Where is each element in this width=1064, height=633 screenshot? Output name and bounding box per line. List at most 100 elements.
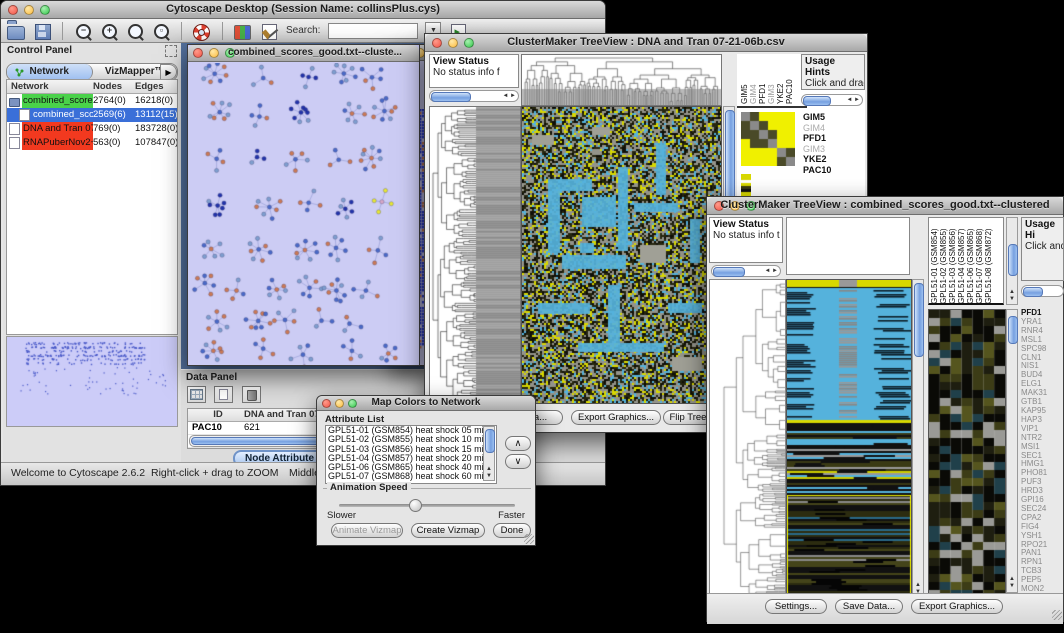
tv2-column-labels: GPL51-01 (GSM854)GPL51-02 (GSM855)GPL51-… [931, 220, 993, 304]
network-table-header: Network Nodes Edges [7, 80, 177, 94]
tv2-vscrollbar[interactable]: ▲▼ [912, 279, 924, 599]
delete-attribute-icon[interactable] [242, 386, 261, 403]
network-type-icon [9, 123, 20, 135]
save-session-icon[interactable] [33, 23, 51, 39]
network-overview-canvas[interactable] [7, 337, 177, 424]
faster-label: Faster [498, 510, 525, 521]
search-input[interactable] [328, 23, 418, 39]
tv2-column-label: GPL51-04 (GSM857) [958, 220, 966, 304]
tv1-usage-hints-panel: Usage Hints Click and drag to [801, 54, 865, 90]
status-welcome: Welcome to Cytoscape 2.6.2 [11, 467, 145, 479]
attribute-list-label: Attribute List [325, 414, 384, 425]
dialog-button[interactable]: Create Vizmap [411, 523, 485, 538]
tv1-column-label: GIM4 [750, 56, 758, 104]
tv2-zoom-heatmap-canvas[interactable] [928, 309, 1006, 595]
map-colors-dialog: Map Colors to Network Attribute List GPL… [316, 395, 536, 546]
resize-grip[interactable] [1052, 610, 1062, 620]
resize-grip[interactable] [524, 534, 534, 544]
desktop-screen: Cytoscape Desktop (Session Name: collins… [0, 0, 1064, 633]
control-panel-tab[interactable]: Network [7, 64, 93, 80]
zoom-fit-icon[interactable] [126, 23, 144, 39]
new-attribute-icon[interactable] [214, 386, 233, 403]
tv2-row-dendrogram[interactable] [709, 279, 786, 599]
tv2-gene-list: PFD1YRA1RNR4MSL1SPC98CLN1NIS1BUD4ELG1MAK… [1021, 309, 1064, 595]
tv2-gene-scrollbar[interactable]: ▲▼ [1006, 309, 1018, 593]
tv2-usage-hints-panel: Usage Hi Click and [1021, 217, 1064, 281]
tv2-heatmap-canvas[interactable] [786, 279, 912, 599]
open-file-icon[interactable] [7, 23, 25, 39]
status-zoom-hint: Right-click + drag to ZOOM [151, 467, 279, 479]
tv1-usage-scrollbar[interactable]: ◄ ► [801, 94, 863, 106]
dialog-button[interactable]: Animate Vizmap [331, 523, 403, 538]
network1-titlebar[interactable]: combined_scores_good.txt--cluste... [188, 45, 419, 62]
dialog-titlebar[interactable]: Map Colors to Network [317, 396, 535, 411]
network-row[interactable]: RNAPuberNov2+ 563(0) 107847(0) [7, 136, 177, 150]
network-type-icon [19, 109, 30, 121]
zoom-out-icon[interactable]: − [74, 23, 92, 39]
tv1-column-label: PFD1 [759, 56, 767, 104]
search-label: Search: [286, 25, 320, 36]
attribute-select-icon[interactable] [187, 386, 206, 403]
network-overview-panel[interactable] [6, 336, 178, 427]
network-type-icon [9, 98, 20, 107]
vizmap-palette-icon[interactable] [234, 23, 252, 39]
minimize-button[interactable] [209, 48, 219, 58]
toolbar-separator [181, 22, 182, 40]
zoom-in-icon[interactable]: + [100, 23, 118, 39]
tv1-column-labels: GIM5GIM4PFD1GIM3YKE2PAC10 [741, 56, 794, 104]
tv1-column-label: YKE2 [777, 56, 785, 104]
tv2-column-label: GPL51-06 (GSM865) [967, 220, 975, 304]
tv1-heatmap-canvas[interactable] [521, 106, 722, 404]
tv2-button[interactable]: Settings... [765, 599, 827, 614]
tv1-row-label: PAC10 [803, 165, 831, 176]
tv1-zoom-matrix-canvas[interactable] [741, 112, 795, 166]
close-button[interactable] [193, 48, 203, 58]
tv1-divider [737, 106, 807, 108]
annotation-icon[interactable] [260, 23, 278, 39]
tv2-column-label: GPL51-07 (GSM868) [976, 220, 984, 304]
control-panel-header: Control Panel [3, 43, 181, 61]
dialog-title: Map Colors to Network [317, 397, 535, 408]
help-lifesaver-icon[interactable] [193, 23, 211, 39]
treeview1-titlebar[interactable]: ClusterMaker TreeView : DNA and Tran 07-… [425, 34, 867, 52]
network-row[interactable]: combined_sco 2569(6) 13112(15) [7, 108, 177, 122]
network-view-canvas[interactable] [189, 63, 418, 365]
animation-speed-slider[interactable] [339, 504, 515, 507]
tv1-row-label: YKE2 [803, 154, 831, 165]
tv2-usage-scrollbar[interactable] [1021, 285, 1064, 297]
slower-label: Slower [327, 510, 356, 521]
tv2-collabel-scrollbar[interactable]: ▲▼ [1006, 217, 1018, 305]
attribute-list-scrollbar[interactable]: ▲▼ [483, 426, 495, 481]
attribute-list-item[interactable]: GPL51-07 (GSM868) heat shock 60 min [326, 472, 496, 481]
tv1-row-dendrogram[interactable] [429, 106, 521, 406]
tv1-row-label: PFD1 [803, 133, 831, 144]
control-panel: Control Panel NetworkVizMapper™ ▶ Networ… [3, 43, 182, 463]
treeview2-titlebar[interactable]: ClusterMaker TreeView : combined_scores_… [707, 197, 1063, 215]
zoom-selected-icon[interactable]: ▫ [152, 23, 170, 39]
tv1-column-dendrogram[interactable] [521, 54, 722, 106]
tv1-column-label: GIM5 [741, 56, 749, 104]
attribute-list: GPL51-01 (GSM854) heat shock 05 minGPL51… [325, 425, 497, 484]
tv2-button[interactable]: Save Data... [835, 599, 903, 614]
move-down-button[interactable]: ∨ [505, 454, 531, 469]
network-window-1: combined_scores_good.txt--cluste... [187, 44, 420, 366]
tv2-button[interactable]: Export Graphics... [911, 599, 1003, 614]
tv2-column-label: GPL51-02 (GSM855) [940, 220, 948, 304]
tv2-view-status-panel: View Status No status info t [709, 217, 783, 263]
main-titlebar[interactable]: Cytoscape Desktop (Session Name: collins… [1, 1, 605, 19]
toolbar-separator [222, 22, 223, 40]
network-list-table: Network Nodes Edges combined_scores 2764… [6, 79, 178, 335]
tab-overflow-arrow[interactable]: ▶ [160, 64, 177, 80]
tv2-status-scrollbar[interactable]: ◄ ► [711, 265, 781, 277]
network-row[interactable]: combined_scores 2764(0) 16218(0) [7, 94, 177, 108]
tv1-button[interactable]: Export Graphics... [571, 410, 661, 425]
tv2-column-labels-panel: GPL51-01 (GSM854)GPL51-02 (GSM855)GPL51-… [928, 217, 1004, 305]
slider-thumb[interactable] [409, 499, 422, 512]
network-row[interactable]: DNA and Tran 07 769(0) 183728(0) [7, 122, 177, 136]
tv1-row-label: GIM5 [803, 112, 831, 123]
treeview2-window: ClusterMaker TreeView : combined_scores_… [706, 196, 1064, 622]
float-panel-icon[interactable] [165, 45, 177, 57]
move-up-button[interactable]: ∧ [505, 436, 531, 451]
treeview2-content: View Status No status info t ◄ ► ▲▼ GPL5… [707, 215, 1063, 621]
tv1-status-scrollbar[interactable]: ◄ ► [429, 90, 519, 102]
